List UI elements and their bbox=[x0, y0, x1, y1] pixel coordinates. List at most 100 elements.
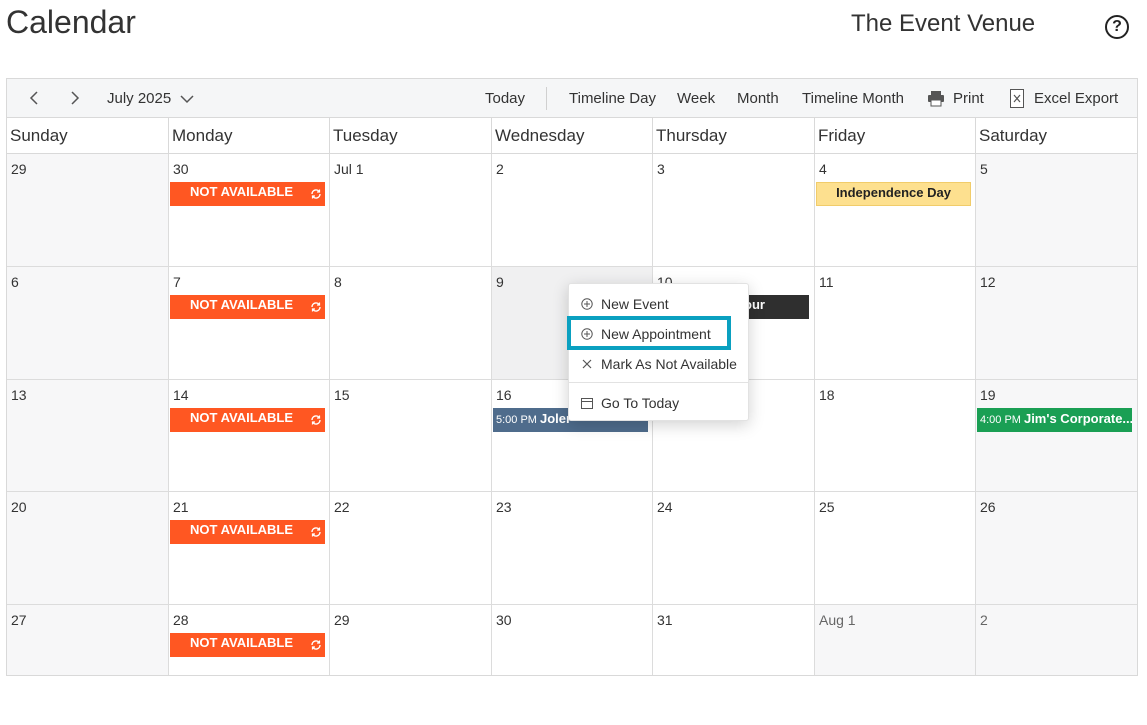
day-cell[interactable]: 30 bbox=[492, 605, 653, 675]
day-number: Aug 1 bbox=[819, 612, 856, 628]
day-cell[interactable]: 6 bbox=[7, 267, 169, 380]
day-number: 25 bbox=[819, 499, 835, 515]
day-cell[interactable]: 7 NOT AVAILABLE bbox=[169, 267, 330, 380]
day-number: 26 bbox=[980, 499, 996, 515]
day-cell[interactable]: 11 bbox=[815, 267, 976, 380]
page-title: Calendar bbox=[6, 4, 136, 40]
weekday-monday: Monday bbox=[169, 118, 330, 154]
day-cell[interactable]: Jul 1 bbox=[330, 154, 492, 267]
event-title: Joler bbox=[539, 411, 572, 426]
not-available-event[interactable]: NOT AVAILABLE bbox=[170, 295, 325, 319]
day-cell[interactable]: 2 bbox=[492, 154, 653, 267]
day-cell[interactable]: 8 bbox=[330, 267, 492, 380]
day-cell[interactable]: 18 bbox=[815, 380, 976, 492]
day-cell[interactable]: 14 NOT AVAILABLE bbox=[169, 380, 330, 492]
day-cell[interactable]: 12 bbox=[976, 267, 1137, 380]
not-available-event[interactable]: NOT AVAILABLE bbox=[170, 408, 325, 432]
day-cell[interactable]: 31 bbox=[653, 605, 815, 675]
menu-item-go-to-today[interactable]: Go To Today bbox=[569, 389, 748, 417]
timeline-day-button[interactable]: Timeline Day bbox=[569, 79, 656, 118]
menu-item-mark-not-available[interactable]: Mark As Not Available bbox=[569, 350, 748, 378]
close-icon bbox=[582, 359, 592, 369]
day-number: 22 bbox=[334, 499, 350, 515]
chevron-left-icon[interactable] bbox=[28, 91, 42, 105]
not-available-event[interactable]: NOT AVAILABLE bbox=[170, 182, 325, 206]
plus-circle-icon bbox=[581, 298, 593, 310]
weekday-saturday: Saturday bbox=[979, 126, 1048, 145]
day-number: 5 bbox=[980, 161, 988, 177]
not-available-event[interactable]: NOT AVAILABLE bbox=[170, 520, 325, 544]
highlight-box bbox=[567, 316, 731, 350]
event-label: NOT AVAILABLE bbox=[190, 297, 294, 312]
day-number: 7 bbox=[173, 274, 181, 290]
menu-item-new-event[interactable]: New Event bbox=[569, 290, 748, 318]
month-button[interactable]: Month bbox=[737, 79, 779, 118]
not-available-event[interactable]: NOT AVAILABLE bbox=[170, 633, 325, 657]
printer-icon[interactable] bbox=[927, 90, 945, 107]
event-label: NOT AVAILABLE bbox=[190, 635, 294, 650]
event-title: Jim's Corporate... bbox=[1023, 411, 1132, 426]
day-cell[interactable]: 15 bbox=[330, 380, 492, 492]
day-cell[interactable]: 13 bbox=[7, 380, 169, 492]
day-number: Jul 1 bbox=[334, 161, 364, 177]
week-button[interactable]: Week bbox=[677, 79, 715, 118]
day-cell[interactable]: 29 bbox=[7, 154, 169, 267]
print-button[interactable]: Print bbox=[953, 79, 984, 118]
day-number: 3 bbox=[657, 161, 665, 177]
day-cell[interactable]: 26 bbox=[976, 492, 1137, 605]
day-number: 9 bbox=[496, 274, 504, 290]
day-number: 31 bbox=[657, 612, 673, 628]
day-number: 2 bbox=[496, 161, 504, 177]
day-cell[interactable]: 3 bbox=[653, 154, 815, 267]
menu-item-label: Go To Today bbox=[601, 395, 680, 411]
day-cell[interactable]: 23 bbox=[492, 492, 653, 605]
timeline-month-button[interactable]: Timeline Month bbox=[802, 79, 904, 118]
toolbar-divider bbox=[546, 87, 547, 110]
day-number: 28 bbox=[173, 612, 189, 628]
excel-export-button[interactable]: Excel Export bbox=[1034, 79, 1118, 118]
day-cell[interactable]: 25 bbox=[815, 492, 976, 605]
day-number: 19 bbox=[980, 387, 996, 403]
menu-divider bbox=[569, 382, 748, 383]
day-number: 30 bbox=[173, 161, 189, 177]
day-number: 2 bbox=[980, 612, 988, 628]
day-cell[interactable]: 4 Independence Day bbox=[815, 154, 976, 267]
day-number: 29 bbox=[334, 612, 350, 628]
day-cell[interactable]: 29 bbox=[330, 605, 492, 675]
day-cell[interactable]: 24 bbox=[653, 492, 815, 605]
day-number: 13 bbox=[11, 387, 27, 403]
day-cell[interactable]: Aug 1 bbox=[815, 605, 976, 675]
day-cell[interactable]: 30 NOT AVAILABLE bbox=[169, 154, 330, 267]
weekday-header: Sunday Monday Tuesday Wednesday Thursday… bbox=[7, 118, 1137, 154]
recurring-icon bbox=[311, 302, 321, 312]
day-cell[interactable]: 19 4:00 PM Jim's Corporate... bbox=[976, 380, 1137, 492]
day-number: 14 bbox=[173, 387, 189, 403]
day-number: 6 bbox=[11, 274, 19, 290]
day-cell[interactable]: 27 bbox=[7, 605, 169, 675]
weekday-wednesday: Wednesday bbox=[492, 118, 653, 154]
holiday-event[interactable]: Independence Day bbox=[816, 182, 971, 206]
excel-icon[interactable] bbox=[1010, 89, 1024, 108]
recurring-icon bbox=[311, 415, 321, 425]
day-number: 18 bbox=[819, 387, 835, 403]
chevron-down-icon[interactable] bbox=[180, 92, 194, 106]
day-number: 11 bbox=[819, 274, 834, 290]
calendar-toolbar: July 2025 Today Timeline Day Week Month … bbox=[7, 79, 1137, 118]
appointment-event[interactable]: 4:00 PM Jim's Corporate... bbox=[977, 408, 1132, 432]
event-time: 5:00 PM bbox=[496, 414, 537, 426]
day-cell[interactable]: 2 bbox=[976, 605, 1137, 675]
weekday-thursday: Thursday bbox=[653, 118, 815, 154]
day-number: 29 bbox=[11, 161, 27, 177]
question-circle-icon[interactable]: ? bbox=[1105, 15, 1129, 39]
day-number: 24 bbox=[657, 499, 673, 515]
day-cell[interactable]: 22 bbox=[330, 492, 492, 605]
today-button[interactable]: Today bbox=[485, 79, 525, 118]
context-menu: New Event New Appointment Mark As Not Av… bbox=[568, 283, 749, 421]
chevron-right-icon[interactable] bbox=[67, 91, 81, 105]
day-cell[interactable]: 28 NOT AVAILABLE bbox=[169, 605, 330, 675]
day-cell[interactable]: 21 NOT AVAILABLE bbox=[169, 492, 330, 605]
day-cell[interactable]: 20 bbox=[7, 492, 169, 605]
period-selector[interactable]: July 2025 bbox=[107, 79, 171, 118]
day-cell[interactable]: 5 bbox=[976, 154, 1137, 267]
recurring-icon bbox=[311, 527, 321, 537]
